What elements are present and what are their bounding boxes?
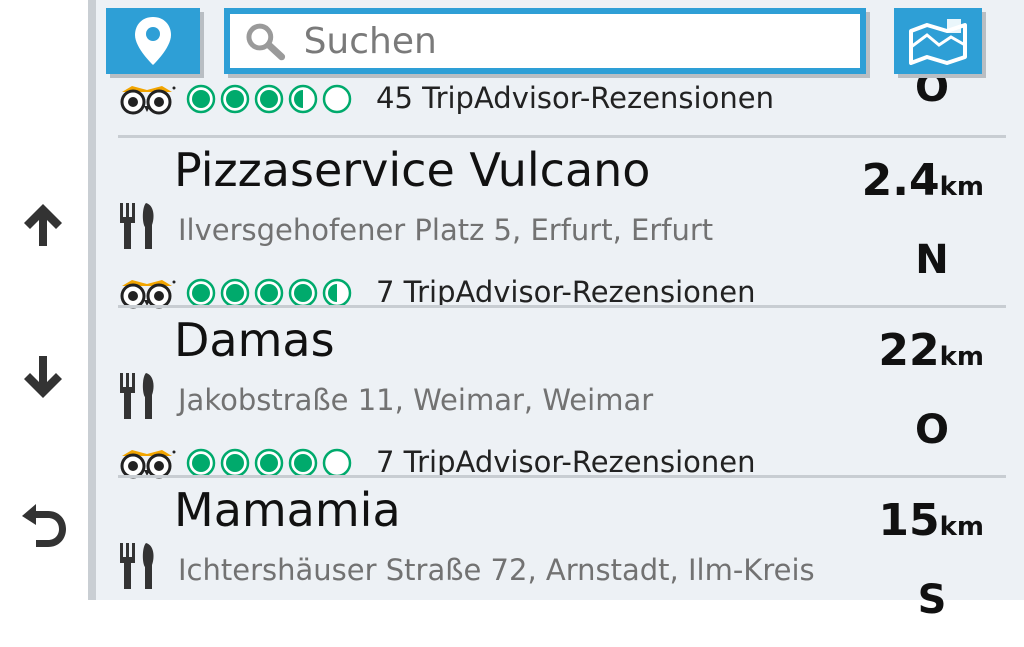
distance-unit: km xyxy=(939,512,984,542)
search-field[interactable] xyxy=(230,14,860,68)
rating-bubble xyxy=(288,278,318,308)
tripadvisor-owl-icon xyxy=(120,86,176,115)
cuisine-icon-wrapper xyxy=(118,369,158,425)
rating-bubble xyxy=(254,448,284,478)
cuisine-icon-wrapper xyxy=(118,539,158,595)
review-count: 45 TripAdvisor-Rezensionen xyxy=(376,81,774,115)
distance-value: 2.4 xyxy=(861,155,940,206)
scroll-down-button[interactable] xyxy=(14,348,72,406)
result-name: Pizzaservice Vulcano xyxy=(174,143,651,197)
rating-bubble xyxy=(322,448,352,478)
search-box[interactable] xyxy=(224,8,866,74)
rating-bubble xyxy=(186,84,216,114)
rating-bubble xyxy=(254,84,284,114)
distance-value: 15 xyxy=(878,495,940,546)
rating-bubble xyxy=(322,84,352,114)
result-distance: 15km xyxy=(878,495,984,546)
rating-bubble xyxy=(186,278,216,308)
location-button[interactable] xyxy=(106,8,200,74)
fork-knife-icon xyxy=(120,203,154,249)
result-address: Ilversgehofener Platz 5, Erfurt, Erfurt xyxy=(178,213,714,247)
result-direction: S xyxy=(917,577,947,623)
rating-bubbles xyxy=(186,278,352,308)
result-address: Jakobstraße 11, Weimar, Weimar xyxy=(178,383,654,417)
tripadvisor-logo xyxy=(118,82,176,120)
arrow-up-icon xyxy=(24,204,62,246)
result-name: Damas xyxy=(174,313,335,367)
result-address: Ichtershäuser Straße 72, Arnstadt, Ilm-K… xyxy=(178,553,815,587)
rating-bubble xyxy=(220,448,250,478)
rating-bubble xyxy=(254,278,284,308)
distance-unit: km xyxy=(939,342,984,372)
result-direction: N xyxy=(915,237,949,283)
search-input[interactable] xyxy=(301,19,860,63)
distance-unit: km xyxy=(939,172,984,202)
rating-bubble xyxy=(288,448,318,478)
rating-bubble xyxy=(186,448,216,478)
fork-knife-icon xyxy=(120,373,154,419)
result-row[interactable]: Pizzaservice Vulcano Ilversgehofener Plat… xyxy=(96,137,1024,309)
distance-value: 22 xyxy=(878,325,940,376)
rating-bubbles xyxy=(186,84,352,114)
location-pin-icon xyxy=(135,17,171,65)
rating-bubble xyxy=(322,278,352,308)
rating-bubble xyxy=(220,84,250,114)
result-name: Mamamia xyxy=(174,483,401,537)
rating-bubble xyxy=(288,84,318,114)
fork-knife-icon xyxy=(120,543,154,589)
rating-bubbles xyxy=(186,448,352,478)
result-distance: 2.4km xyxy=(862,155,984,206)
scroll-up-button[interactable] xyxy=(14,196,72,254)
back-button[interactable] xyxy=(14,496,72,554)
result-direction: O xyxy=(914,407,949,453)
result-distance: 22km xyxy=(878,325,984,376)
rating-bubble xyxy=(220,278,250,308)
back-arrow-icon xyxy=(22,504,66,547)
result-row[interactable]: Damas Jakobstraße 11, Weimar, Weimar 7 Tri… xyxy=(96,307,1024,479)
side-rail-border xyxy=(88,0,96,600)
review-count: 7 TripAdvisor-Rezensionen xyxy=(376,445,756,479)
arrow-down-icon xyxy=(24,356,62,398)
map-view-button[interactable] xyxy=(894,8,982,74)
search-icon xyxy=(246,23,286,61)
review-count: 7 TripAdvisor-Rezensionen xyxy=(376,275,756,309)
map-icon xyxy=(909,19,967,65)
result-row[interactable]: Mamamia Ichtershäuser Straße 72, Arnstadt… xyxy=(96,477,1024,647)
cuisine-icon-wrapper xyxy=(118,199,158,255)
